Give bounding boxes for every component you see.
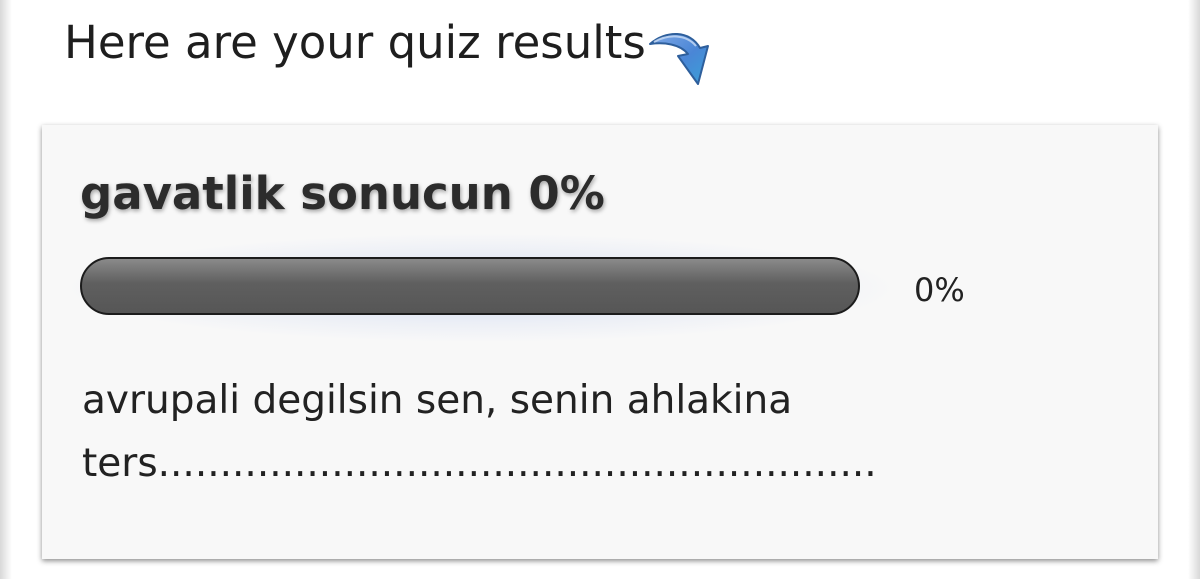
quiz-result-card: gavatlik sonucun 0% 0% avrupali degilsin… — [42, 125, 1158, 559]
curved-arrow-down-icon — [649, 32, 709, 85]
right-frame-edge — [1188, 0, 1200, 579]
result-description: avrupali degilsin sen, senin ahlakina te… — [82, 369, 882, 495]
result-title: gavatlik sonucun 0% — [80, 167, 605, 220]
result-progress-bar — [80, 257, 860, 315]
page-heading: Here are your quiz results — [64, 16, 646, 69]
result-description-line-2: ters....................................… — [82, 441, 877, 486]
result-description-line-1: avrupali degilsin sen, senin ahlakina — [82, 378, 793, 423]
left-frame-edge — [0, 0, 12, 579]
progress-percent-label: 0% — [914, 271, 965, 309]
